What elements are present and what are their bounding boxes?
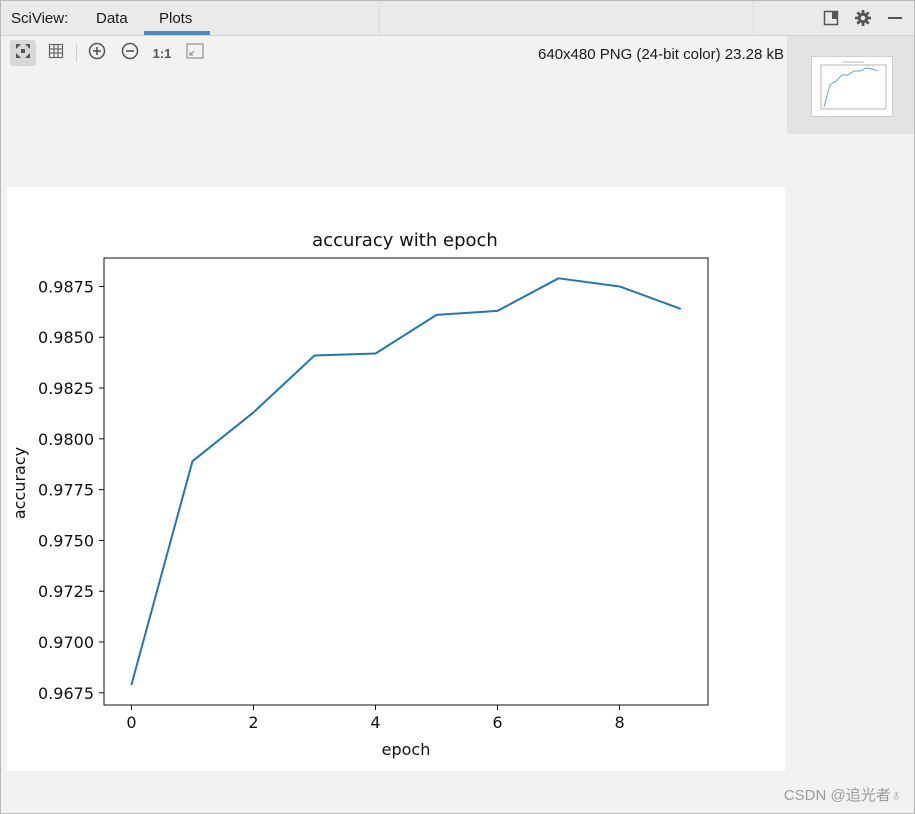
y-tick-label: 0.9750	[38, 531, 94, 550]
line-chart: accuracy with epoch 0.9675 0.9700 0.9725 0.…	[10, 230, 709, 759]
minimize-icon[interactable]	[885, 8, 905, 28]
y-tick-label: 0.9800	[38, 430, 94, 449]
x-tick-label: 4	[370, 713, 380, 732]
fit-screen-button[interactable]	[10, 40, 36, 66]
y-tick-label: 0.9775	[38, 481, 94, 500]
tool-window-title: SciView:	[11, 10, 69, 27]
data-point	[374, 352, 377, 355]
x-tick-label: 0	[126, 713, 136, 732]
actual-size-button[interactable]: 1:1	[149, 40, 175, 66]
x-tick-label: 2	[248, 713, 258, 732]
data-point	[435, 314, 438, 316]
sciview-window: SciView: Data Plots 1:1 640x480 PNG (24-…	[0, 0, 915, 814]
chart-title: accuracy with epoch	[312, 230, 498, 251]
series-line	[130, 277, 681, 685]
tab-plots[interactable]: Plots	[159, 10, 192, 27]
y-tick-label: 0.9725	[38, 582, 94, 601]
x-tick-label: 6	[492, 713, 502, 732]
image-info: 640x480 PNG (24-bit color) 23.28 kB	[538, 46, 784, 63]
x-axis-label: epoch	[382, 740, 431, 759]
plot-thumbnail[interactable]	[811, 56, 893, 117]
active-tab-indicator	[144, 31, 210, 35]
tab-bar: SciView: Data Plots	[1, 1, 914, 36]
fit-window-button[interactable]	[182, 40, 208, 66]
tab-divider	[379, 1, 380, 35]
plot-thumbnail-image	[820, 61, 887, 110]
data-point	[191, 460, 194, 462]
y-tick-label: 0.9825	[38, 379, 94, 398]
y-tick-label: 0.9875	[38, 277, 94, 296]
watermark: CSDN @追光者♁	[783, 787, 902, 804]
layout-toggle-icon[interactable]	[821, 8, 841, 28]
fit-screen-icon	[15, 43, 31, 64]
data-point	[496, 310, 499, 312]
grid-toggle-button[interactable]	[43, 40, 69, 66]
grid-icon	[48, 43, 64, 64]
data-point	[618, 285, 621, 288]
fit-window-icon	[186, 42, 204, 64]
gear-icon[interactable]	[853, 8, 873, 28]
zoom-out-icon	[121, 42, 139, 65]
y-tick-label: 0.9850	[38, 328, 94, 347]
tab-divider	[753, 1, 754, 35]
toolbar-separator	[76, 44, 77, 62]
y-axis-label: accuracy	[10, 447, 29, 519]
zoom-out-button[interactable]	[117, 40, 143, 66]
y-tick-label: 0.9700	[38, 633, 94, 652]
plot-image: accuracy with epoch 0.9675 0.9700 0.9725 0.…	[7, 187, 785, 771]
thumbnail-panel: ×	[787, 36, 914, 134]
y-tick-label: 0.9675	[38, 684, 94, 703]
data-point	[679, 308, 682, 310]
data-point	[313, 354, 316, 357]
data-point	[557, 277, 560, 279]
plot-frame	[103, 257, 709, 706]
x-tick-label: 8	[614, 713, 624, 732]
data-point	[130, 684, 133, 686]
tab-data[interactable]: Data	[96, 10, 128, 27]
data-point	[252, 411, 255, 414]
zoom-in-icon	[88, 42, 106, 65]
zoom-in-button[interactable]	[84, 40, 110, 66]
